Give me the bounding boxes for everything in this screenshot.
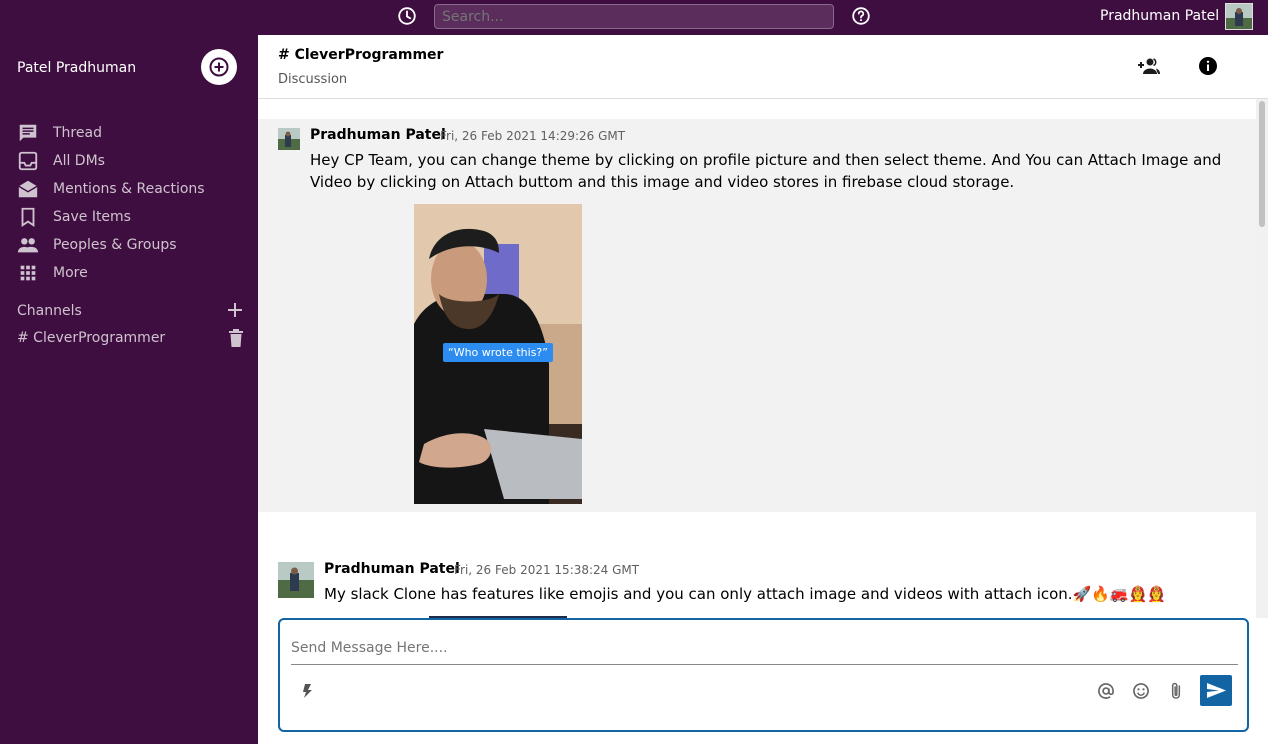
sidebar-item-label: More: [53, 265, 88, 281]
sidebar-item-thread[interactable]: Thread: [17, 121, 102, 145]
add-circle-icon: [209, 57, 229, 77]
bookmark-icon: [21, 207, 35, 227]
sidebar-item-label: All DMs: [53, 153, 105, 169]
user-avatar[interactable]: [1225, 3, 1253, 30]
message-timestamp: Fri, 26 Feb 2021 15:38:24 GMT: [454, 563, 640, 577]
sidebar-item-label: Save Items: [53, 209, 131, 225]
message-list: Pradhuman Patel Fri, 26 Feb 2021 14:29:2…: [258, 99, 1268, 618]
message-text: Hey CP Team, you can change theme by cli…: [310, 151, 1222, 191]
message-timestamp: Fri, 26 Feb 2021 14:29:26 GMT: [440, 129, 626, 143]
apps-icon: [20, 265, 36, 281]
sidebar-item-save-items[interactable]: Save Items: [17, 205, 131, 229]
message: Pradhuman Patel Fri, 26 Feb 2021 15:38:2…: [258, 551, 1256, 618]
chat-header: # CleverProgrammer Discussion: [258, 35, 1268, 99]
message-composer: [278, 618, 1249, 732]
sidebar-channel-cleverprogrammer[interactable]: # CleverProgrammer: [17, 330, 165, 346]
inbox-icon: [18, 151, 38, 171]
channel-description: Discussion: [278, 72, 348, 87]
message: Pradhuman Patel Fri, 26 Feb 2021 14:29:2…: [258, 119, 1256, 512]
sidebar-item-mentions[interactable]: Mentions & Reactions: [17, 177, 205, 201]
add-member-icon[interactable]: [1138, 57, 1160, 75]
delete-icon[interactable]: [228, 329, 244, 347]
drafts-icon: [18, 180, 38, 198]
composer-divider: [291, 664, 1238, 665]
bolt-icon[interactable]: [300, 683, 314, 699]
message-attachment-image[interactable]: “Who wrote this?”: [414, 204, 582, 504]
message-avatar: [278, 562, 314, 598]
compose-button[interactable]: [201, 49, 237, 85]
top-bar: Pradhuman Patel: [0, 0, 1268, 35]
current-user-name: Pradhuman Patel: [1100, 8, 1220, 24]
send-button[interactable]: [1200, 675, 1232, 706]
sidebar-item-label: Thread: [53, 125, 102, 141]
message-text: My slack Clone has features like emojis …: [324, 585, 1166, 603]
mention-icon[interactable]: [1096, 681, 1116, 701]
workspace-name: Patel Pradhuman: [17, 60, 137, 76]
sidebar-item-peoples-groups[interactable]: Peoples & Groups: [17, 233, 177, 257]
message-scrollbar[interactable]: [1256, 99, 1268, 618]
scrollbar-thumb[interactable]: [1259, 101, 1265, 227]
thread-icon: [19, 124, 37, 142]
message-input[interactable]: [291, 633, 1237, 663]
help-icon[interactable]: [850, 5, 872, 27]
channel-title: # CleverProgrammer: [278, 47, 444, 63]
sidebar-item-all-dms[interactable]: All DMs: [17, 149, 105, 173]
sidebar-item-label: Mentions & Reactions: [53, 181, 205, 197]
attach-icon[interactable]: [1166, 681, 1186, 701]
image-caption: “Who wrote this?”: [443, 343, 553, 362]
channels-heading: Channels: [17, 303, 82, 319]
add-channel-icon[interactable]: [226, 301, 244, 319]
message-author: Pradhuman Patel: [310, 127, 446, 143]
sidebar-item-more[interactable]: More: [17, 261, 88, 285]
message-avatar: [278, 128, 300, 150]
send-icon: [1207, 683, 1226, 698]
emoji-icon[interactable]: [1131, 681, 1151, 701]
info-icon[interactable]: [1198, 56, 1218, 76]
search-input[interactable]: [434, 4, 834, 29]
history-icon[interactable]: [396, 5, 418, 27]
people-icon: [17, 238, 39, 253]
message-author: Pradhuman Patel: [324, 561, 460, 577]
sidebar-item-label: Peoples & Groups: [53, 237, 177, 253]
sidebar: Patel Pradhuman Thread All DMs Mentions …: [0, 35, 258, 744]
